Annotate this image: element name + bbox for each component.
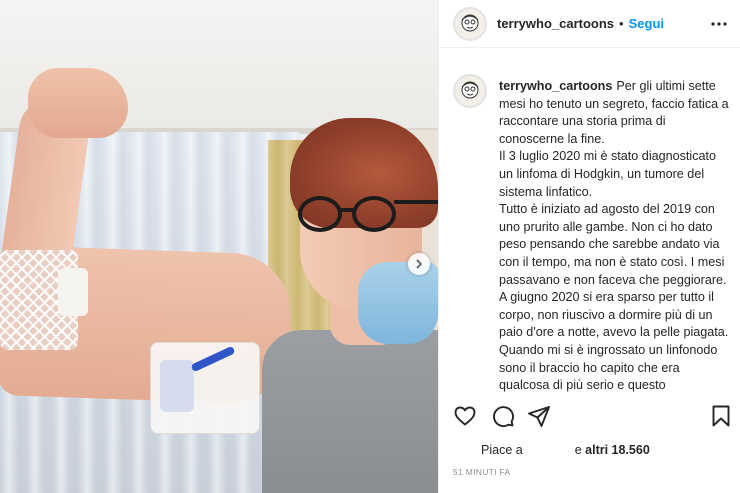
heart-icon — [454, 406, 476, 426]
post-timestamp[interactable]: 51 MINUTI FA — [453, 467, 510, 477]
more-options-button[interactable] — [709, 14, 729, 34]
caption-paragraph: terrywho_cartoons Per gli ultimi sette me… — [499, 78, 731, 148]
bookmark-icon — [712, 405, 730, 427]
comment-icon — [493, 406, 514, 428]
header-separator: • — [619, 16, 624, 31]
chevron-right-icon — [416, 259, 423, 269]
carousel-next-button[interactable] — [408, 253, 430, 275]
post-actions — [453, 404, 733, 432]
follow-button[interactable]: Segui — [629, 16, 664, 31]
post-header: terrywho_cartoons • Segui — [439, 0, 740, 48]
photo-catheter — [160, 360, 194, 412]
avatar[interactable] — [453, 6, 487, 41]
likes-prefix: Piace a — [481, 443, 523, 457]
photo-glasses-arm — [394, 200, 438, 204]
caption-text: terrywho_cartoons Per gli ultimi sette me… — [499, 78, 731, 394]
caption-area: terrywho_cartoons Per gli ultimi sette me… — [453, 66, 735, 394]
photo-shirt — [262, 330, 438, 493]
cartoon-avatar-icon — [461, 81, 479, 99]
likes-suffix: e — [574, 443, 586, 457]
post-side-panel: terrywho_cartoons • Segui terrywho_carto… — [438, 0, 740, 493]
share-icon — [528, 406, 550, 427]
post-author-username[interactable]: terrywho_cartoons — [497, 16, 614, 31]
photo-face-mask — [358, 262, 438, 344]
like-button[interactable] — [453, 404, 479, 430]
cartoon-avatar-icon — [461, 14, 479, 31]
caption-avatar[interactable] — [453, 74, 487, 108]
photo-glasses-right-lens — [352, 196, 396, 232]
share-button[interactable] — [527, 404, 553, 430]
likes-summary[interactable]: Piace a e altri 18.560 — [481, 443, 731, 457]
photo-glasses-bridge — [340, 208, 354, 212]
caption-username[interactable]: terrywho_cartoons — [499, 79, 612, 93]
caption-paragraph: Quando mi si è ingrossato un linfonodo s… — [499, 342, 718, 393]
more-options-icon — [711, 22, 727, 26]
photo-glasses-left-lens — [298, 196, 342, 232]
post-photo[interactable] — [0, 0, 438, 493]
likes-count[interactable]: altri 18.560 — [585, 443, 650, 457]
caption-paragraph: Tutto è iniziato ad agosto del 2019 con … — [499, 202, 729, 340]
save-button[interactable] — [709, 404, 735, 430]
photo-fist — [28, 68, 128, 138]
photo-gauze-pad — [58, 268, 88, 316]
comment-button[interactable] — [491, 404, 517, 430]
caption-paragraph: Il 3 luglio 2020 mi è stato diagnosticat… — [499, 149, 717, 199]
